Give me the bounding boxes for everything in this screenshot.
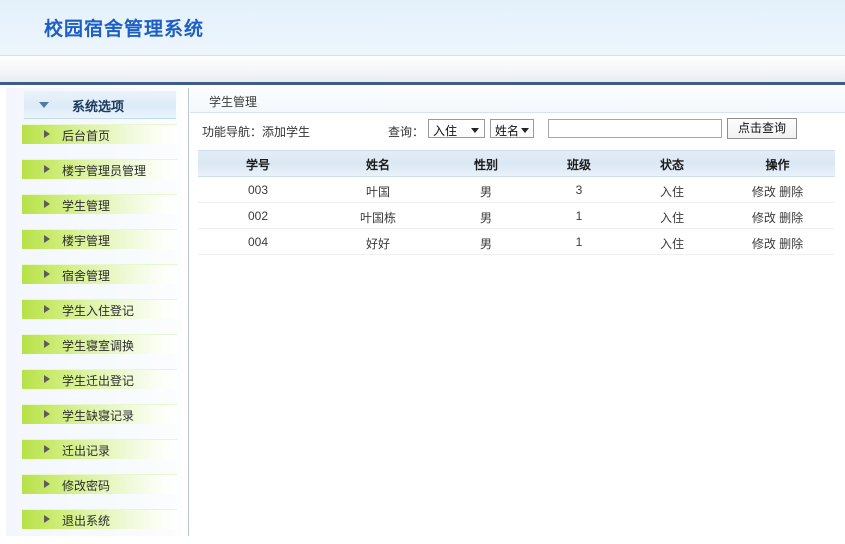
cell-name: 叶国栋 bbox=[359, 211, 396, 225]
column-header-class: 班级 bbox=[566, 158, 591, 172]
table-row: 003 叶国 男 3 入住 修改 删除 bbox=[198, 177, 835, 203]
student-table: 学号 姓名 性别 班级 状态 操作 003 叶国 男 3 入住 修改 删除 00… bbox=[198, 150, 835, 255]
sidebar-item-label: 楼宇管理员管理 bbox=[62, 164, 147, 178]
sidebar-panel-header[interactable]: 系统选项 bbox=[24, 91, 176, 119]
cell-actions: 修改 删除 bbox=[720, 209, 835, 226]
content-area: 学生管理 功能导航：添加学生 查询： 入住 姓名 点击查询 学号 姓名 性别 班… bbox=[190, 88, 845, 536]
sidebar-item-label: 修改密码 bbox=[62, 479, 111, 493]
column-header-id: 学号 bbox=[245, 158, 270, 172]
edit-link[interactable]: 修改 bbox=[752, 237, 776, 251]
function-nav-add-student[interactable]: 功能导航：添加学生 bbox=[202, 123, 310, 140]
sidebar-item-label: 宿舍管理 bbox=[62, 269, 111, 283]
cell-status: 入住 bbox=[659, 211, 684, 225]
column-header-action: 操作 bbox=[765, 158, 790, 172]
sidebar-item-label: 学生迁出登记 bbox=[62, 374, 135, 388]
sidebar-item-change-password[interactable]: 修改密码 bbox=[22, 474, 177, 494]
sidebar-item-label: 学生入住登记 bbox=[62, 304, 135, 318]
sidebar-item-checkin-registration[interactable]: 学生入住登记 bbox=[22, 299, 177, 319]
arrow-right-icon bbox=[44, 340, 50, 348]
arrow-right-icon bbox=[44, 375, 50, 383]
table-row: 004 好好 男 1 入住 修改 删除 bbox=[198, 229, 835, 255]
delete-link[interactable]: 删除 bbox=[779, 237, 803, 251]
cell-id: 002 bbox=[247, 209, 269, 223]
search-input[interactable] bbox=[548, 119, 722, 138]
sidebar-item-logout[interactable]: 退出系统 bbox=[22, 509, 177, 529]
tab-student-management[interactable]: 学生管理 bbox=[190, 88, 845, 113]
table-header-row: 学号 姓名 性别 班级 状态 操作 bbox=[198, 150, 835, 177]
cell-id: 003 bbox=[247, 183, 269, 197]
tab-label: 学生管理 bbox=[209, 95, 258, 109]
cell-id: 004 bbox=[247, 235, 269, 249]
app-banner: 校园宿舍管理系统 bbox=[0, 0, 845, 56]
sidebar-item-label: 学生缺寝记录 bbox=[62, 409, 135, 423]
arrow-right-icon bbox=[44, 165, 50, 173]
sidebar-item-dorm-management[interactable]: 宿舍管理 bbox=[22, 264, 177, 284]
sidebar: 系统选项 后台首页 楼宇管理员管理 学生管理 楼宇管理 宿舍管理 学生入住登记 … bbox=[0, 88, 189, 536]
sidebar-item-room-transfer[interactable]: 学生寝室调换 bbox=[22, 334, 177, 354]
sidebar-background: 系统选项 后台首页 楼宇管理员管理 学生管理 楼宇管理 宿舍管理 学生入住登记 … bbox=[6, 88, 182, 536]
sidebar-content-divider bbox=[188, 88, 189, 536]
chevron-down-icon bbox=[39, 102, 49, 108]
sidebar-item-building-admin[interactable]: 楼宇管理员管理 bbox=[22, 159, 177, 179]
chevron-down-icon bbox=[471, 128, 479, 133]
arrow-right-icon bbox=[44, 515, 50, 523]
arrow-right-icon bbox=[44, 270, 50, 278]
cell-class: 1 bbox=[575, 235, 583, 249]
status-select-value: 入住 bbox=[433, 124, 458, 138]
status-select[interactable]: 入住 bbox=[428, 119, 485, 138]
delete-link[interactable]: 删除 bbox=[779, 211, 803, 225]
cell-class: 1 bbox=[575, 209, 583, 223]
delete-link[interactable]: 删除 bbox=[779, 185, 803, 199]
arrow-right-icon bbox=[44, 305, 50, 313]
sidebar-item-label: 学生寝室调换 bbox=[62, 339, 135, 353]
column-header-name: 姓名 bbox=[365, 158, 390, 172]
cell-gender: 男 bbox=[479, 185, 492, 199]
cell-class: 3 bbox=[575, 183, 583, 197]
app-title: 校园宿舍管理系统 bbox=[44, 19, 205, 40]
arrow-right-icon bbox=[44, 130, 50, 138]
cell-name: 叶国 bbox=[365, 185, 390, 199]
sidebar-item-building-management[interactable]: 楼宇管理 bbox=[22, 229, 177, 249]
cell-name: 好好 bbox=[365, 237, 390, 251]
arrow-right-icon bbox=[44, 445, 50, 453]
sidebar-item-moveout-record[interactable]: 迁出记录 bbox=[22, 439, 177, 459]
cell-actions: 修改 删除 bbox=[720, 235, 835, 252]
sidebar-item-absence-record[interactable]: 学生缺寝记录 bbox=[22, 404, 177, 424]
field-select-value: 姓名 bbox=[495, 124, 520, 138]
cell-status: 入住 bbox=[659, 185, 684, 199]
arrow-right-icon bbox=[44, 200, 50, 208]
edit-link[interactable]: 修改 bbox=[752, 211, 776, 225]
cell-actions: 修改 删除 bbox=[720, 183, 835, 200]
arrow-right-icon bbox=[44, 235, 50, 243]
table-row: 002 叶国栋 男 1 入住 修改 删除 bbox=[198, 203, 835, 229]
sidebar-panel-title: 系统选项 bbox=[72, 99, 125, 114]
sidebar-item-label: 学生管理 bbox=[62, 199, 111, 213]
edit-link[interactable]: 修改 bbox=[752, 185, 776, 199]
column-header-status: 状态 bbox=[659, 158, 684, 172]
chevron-down-icon bbox=[521, 128, 529, 133]
sidebar-item-label: 退出系统 bbox=[62, 514, 111, 528]
top-nav-strip bbox=[0, 57, 845, 85]
toolbar: 功能导航：添加学生 查询： 入住 姓名 点击查询 bbox=[190, 115, 845, 146]
cell-gender: 男 bbox=[479, 237, 492, 251]
sidebar-item-moveout-registration[interactable]: 学生迁出登记 bbox=[22, 369, 177, 389]
arrow-right-icon bbox=[44, 410, 50, 418]
sidebar-menu: 后台首页 楼宇管理员管理 学生管理 楼宇管理 宿舍管理 学生入住登记 学生寝室调… bbox=[6, 124, 182, 544]
column-header-gender: 性别 bbox=[473, 158, 498, 172]
sidebar-item-label: 迁出记录 bbox=[62, 444, 111, 458]
sidebar-item-label: 后台首页 bbox=[62, 129, 111, 143]
arrow-right-icon bbox=[44, 480, 50, 488]
field-select[interactable]: 姓名 bbox=[490, 119, 534, 138]
sidebar-item-student-management[interactable]: 学生管理 bbox=[22, 194, 177, 214]
cell-status: 入住 bbox=[659, 237, 684, 251]
sidebar-item-label: 楼宇管理 bbox=[62, 234, 111, 248]
search-button[interactable]: 点击查询 bbox=[727, 118, 797, 139]
sidebar-item-home[interactable]: 后台首页 bbox=[22, 124, 177, 144]
cell-gender: 男 bbox=[479, 211, 492, 225]
query-label: 查询： bbox=[388, 125, 425, 139]
